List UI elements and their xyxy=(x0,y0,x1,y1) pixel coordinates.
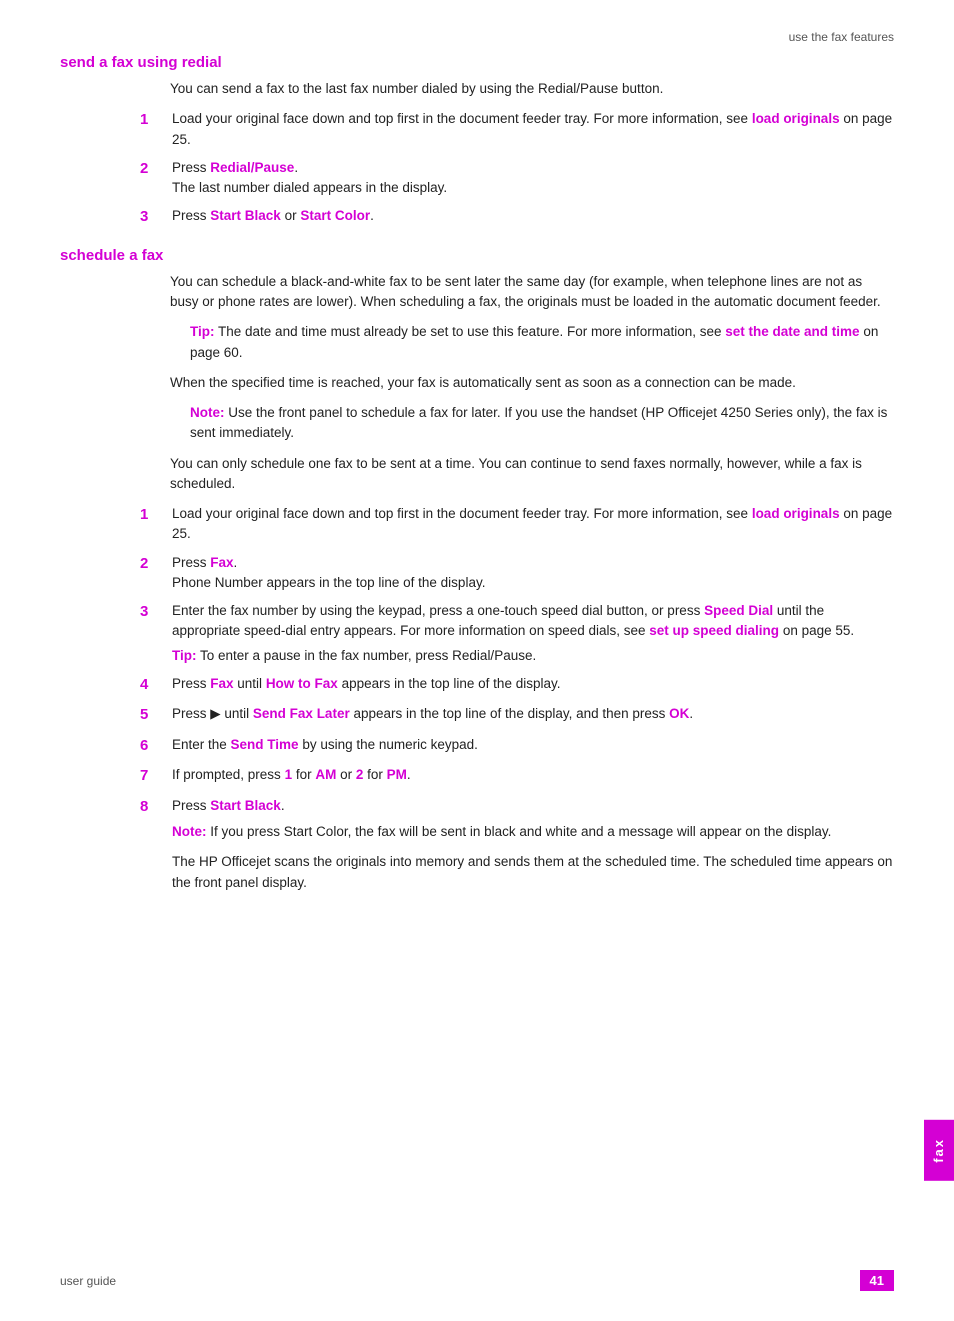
step-number: 6 xyxy=(140,735,172,758)
section2-steps: 1 Load your original face down and top f… xyxy=(140,504,894,893)
tip-text2: To enter a pause in the fax number, pres… xyxy=(200,648,536,663)
section2-step5: 5 Press ▶ until Send Fax Later appears i… xyxy=(140,704,894,727)
speed-dial-link[interactable]: Speed Dial xyxy=(704,603,773,618)
step8-note-text: If you press Start Color, the fax will b… xyxy=(210,824,831,839)
section1-steps: 1 Load your original face down and top f… xyxy=(140,109,894,229)
step2-content: Press Redial/Pause. The last number dial… xyxy=(172,158,894,199)
section2-body1: When the specified time is reached, your… xyxy=(170,373,894,393)
step-number: 1 xyxy=(140,504,172,545)
step-number: 3 xyxy=(140,601,172,666)
pm-link[interactable]: PM xyxy=(387,767,407,782)
num2-link[interactable]: 2 xyxy=(356,767,364,782)
note-label2: Note: xyxy=(172,824,207,839)
tip-text: The date and time must already be set to… xyxy=(218,324,725,339)
section2-tip: Tip: The date and time must already be s… xyxy=(190,322,894,363)
section2-note: Note: Use the front panel to schedule a … xyxy=(190,403,894,444)
section2-step2: 2 Press Fax. Phone Number appears in the… xyxy=(140,553,894,594)
section-send-fax-redial: send a fax using redial You can send a f… xyxy=(60,54,894,229)
step-number: 8 xyxy=(140,796,172,893)
s2-step7-content: If prompted, press 1 for AM or 2 for PM. xyxy=(172,765,894,788)
step-number: 2 xyxy=(140,158,172,199)
note-label: Note: xyxy=(190,405,225,420)
s2-step5-content: Press ▶ until Send Fax Later appears in … xyxy=(172,704,894,727)
num1-link[interactable]: 1 xyxy=(285,767,293,782)
section2-step6: 6 Enter the Send Time by using the numer… xyxy=(140,735,894,758)
s2-step1-content: Load your original face down and top fir… xyxy=(172,504,894,545)
section2-intro: You can schedule a black-and-white fax t… xyxy=(170,272,894,313)
section1-intro-text: You can send a fax to the last fax numbe… xyxy=(170,81,663,96)
send-time-link[interactable]: Send Time xyxy=(231,737,299,752)
am-link[interactable]: AM xyxy=(315,767,336,782)
header-text: use the fax features xyxy=(789,30,894,44)
step-number: 2 xyxy=(140,553,172,594)
set-up-speed-dialing-link[interactable]: set up speed dialing xyxy=(649,623,779,638)
footer-left: user guide xyxy=(60,1274,116,1288)
page-footer: user guide 41 xyxy=(60,1270,894,1291)
fax-link2[interactable]: Fax xyxy=(210,676,233,691)
step-number: 5 xyxy=(140,704,172,727)
s2-step8-content: Press Start Black. Note: If you press St… xyxy=(172,796,894,893)
note-text: Use the front panel to schedule a fax fo… xyxy=(190,405,887,440)
section1-title: send a fax using redial xyxy=(60,54,894,71)
section2-step3: 3 Enter the fax number by using the keyp… xyxy=(140,601,894,666)
start-color-link[interactable]: Start Color xyxy=(300,208,370,223)
step-number: 3 xyxy=(140,206,172,229)
fax-link[interactable]: Fax xyxy=(210,555,233,570)
start-black-link[interactable]: Start Black xyxy=(210,208,281,223)
s2-step3-content: Enter the fax number by using the keypad… xyxy=(172,601,894,666)
how-to-fax-link[interactable]: How to Fax xyxy=(266,676,338,691)
s2-step6-content: Enter the Send Time by using the numeric… xyxy=(172,735,894,758)
set-date-time-link[interactable]: set the date and time xyxy=(725,324,859,339)
section2-step7: 7 If prompted, press 1 for AM or 2 for P… xyxy=(140,765,894,788)
step-number: 1 xyxy=(140,109,172,150)
load-originals-link[interactable]: load originals xyxy=(752,111,840,126)
step8-note: Note: If you press Start Color, the fax … xyxy=(172,822,894,842)
start-black-link2[interactable]: Start Black xyxy=(210,798,281,813)
section2-step4: 4 Press Fax until How to Fax appears in … xyxy=(140,674,894,697)
fax-tab-label: fax xyxy=(931,1138,946,1163)
s2-step4-content: Press Fax until How to Fax appears in th… xyxy=(172,674,894,697)
send-fax-later-link[interactable]: Send Fax Later xyxy=(253,706,350,721)
load-originals-link2[interactable]: load originals xyxy=(752,506,840,521)
section2-body2: You can only schedule one fax to be sent… xyxy=(170,454,894,495)
page-header: use the fax features xyxy=(60,30,894,44)
s2-step2-content: Press Fax. Phone Number appears in the t… xyxy=(172,553,894,594)
step3-content: Press Start Black or Start Color. xyxy=(172,206,894,229)
ok-link[interactable]: OK xyxy=(669,706,689,721)
redial-pause-link[interactable]: Redial/Pause xyxy=(210,160,294,175)
section2-title: schedule a fax xyxy=(60,247,894,264)
section1-step3: 3 Press Start Black or Start Color. xyxy=(140,206,894,229)
step1-content: Load your original face down and top fir… xyxy=(172,109,894,150)
section2-step8: 8 Press Start Black. Note: If you press … xyxy=(140,796,894,893)
tip-label: Tip: xyxy=(190,324,215,339)
fax-tab: fax xyxy=(924,1120,954,1181)
step8-footer-text: The HP Officejet scans the originals int… xyxy=(172,852,894,893)
tip-label2: Tip: xyxy=(172,648,197,663)
step-number: 4 xyxy=(140,674,172,697)
step-number: 7 xyxy=(140,765,172,788)
section1-step1: 1 Load your original face down and top f… xyxy=(140,109,894,150)
section1-intro: You can send a fax to the last fax numbe… xyxy=(170,79,894,99)
section1-step2: 2 Press Redial/Pause. The last number di… xyxy=(140,158,894,199)
section-schedule-fax: schedule a fax You can schedule a black-… xyxy=(60,247,894,893)
page-number: 41 xyxy=(860,1270,894,1291)
section2-step1: 1 Load your original face down and top f… xyxy=(140,504,894,545)
